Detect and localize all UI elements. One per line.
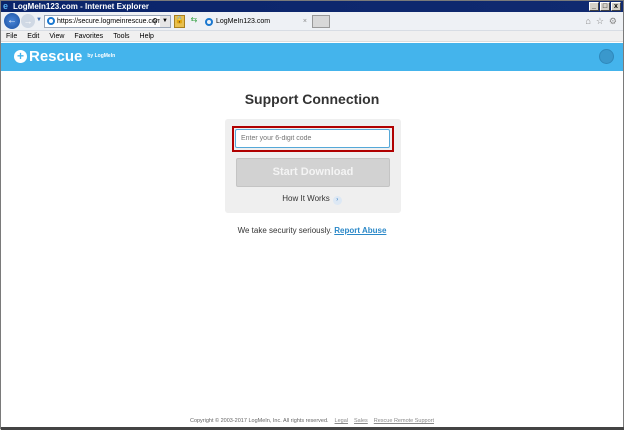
menu-help[interactable]: Help — [140, 31, 154, 41]
site-icon — [47, 17, 55, 25]
page-title: Support Connection — [244, 91, 380, 107]
browser-window: e LogMeIn123.com - Internet Explorer _ □ x… — [0, 0, 624, 430]
gear-icon[interactable]: ⚙ — [609, 16, 617, 27]
menu-edit[interactable]: Edit — [27, 31, 39, 41]
start-download-button[interactable]: Start Download — [236, 158, 390, 187]
security-text: We take security seriously. — [237, 226, 332, 235]
menu-tools[interactable]: Tools — [113, 31, 129, 41]
tab-logmein123[interactable]: LogMeIn123.com × — [203, 15, 310, 29]
new-tab-button[interactable] — [312, 15, 330, 28]
favorites-star-icon[interactable]: ☆ — [596, 16, 604, 27]
menu-view[interactable]: View — [49, 31, 64, 41]
minimize-button[interactable]: _ — [589, 2, 599, 11]
tab-title: LogMeIn123.com — [216, 18, 271, 25]
close-tab-icon[interactable]: × — [303, 15, 307, 29]
rescue-remote-support-link[interactable]: Rescue Remote Support — [374, 418, 434, 424]
url-text: https://secure.logmeinrescue.com/ — [57, 18, 164, 25]
search-icon[interactable]: ⚲ — [152, 16, 158, 27]
maximize-button[interactable]: □ — [600, 2, 610, 11]
address-bar[interactable]: https://secure.logmeinrescue.com/⚲ ▼ — [44, 15, 171, 28]
brand-name: Rescue — [29, 48, 83, 65]
globe-language-icon[interactable] — [599, 49, 614, 64]
tab-site-icon — [205, 18, 213, 26]
address-dropdown-icon[interactable]: ▼ — [160, 16, 170, 27]
back-button[interactable]: ← — [4, 13, 20, 29]
navigation-bar: ← → ▼ https://secure.logmeinrescue.com/⚲… — [1, 12, 623, 31]
menu-favorites[interactable]: Favorites — [74, 31, 103, 41]
security-note: We take security seriously. Report Abuse — [1, 226, 623, 235]
copyright: Copyright © 2003-2017 LogMeIn, Inc. All … — [189, 418, 329, 424]
refresh-icon[interactable]: ⇆ — [188, 15, 200, 28]
report-abuse-link[interactable]: Report Abuse — [334, 226, 386, 235]
history-dropdown-icon[interactable]: ▼ — [36, 17, 42, 23]
brand-by: by LogMeIn — [87, 53, 116, 59]
window-title: LogMeIn123.com - Internet Explorer — [13, 2, 150, 11]
menu-file[interactable]: File — [6, 31, 17, 41]
legal-link[interactable]: Legal — [335, 418, 348, 424]
plus-icon: + — [14, 50, 27, 63]
how-it-works-label: How It Works — [282, 194, 330, 203]
menu-bar: File Edit View Favorites Tools Help — [1, 31, 623, 42]
header-banner: + Rescue by LogMeIn — [1, 43, 623, 71]
code-input[interactable] — [235, 129, 390, 148]
home-icon[interactable]: ⌂ — [585, 16, 590, 27]
sales-link[interactable]: Sales — [354, 418, 368, 424]
title-bar: e LogMeIn123.com - Internet Explorer _ □ x — [1, 1, 623, 12]
chevron-right-icon: › — [332, 196, 342, 205]
lock-icon[interactable]: 🔒 — [174, 15, 185, 28]
forward-button[interactable]: → — [21, 14, 35, 28]
how-it-works-link[interactable]: How It Works › — [1, 194, 623, 205]
rescue-logo[interactable]: + Rescue by LogMeIn — [14, 48, 115, 65]
ie-logo-icon: e — [3, 1, 9, 11]
close-button[interactable]: x — [611, 2, 621, 11]
footer: Copyright © 2003-2017 LogMeIn, Inc. All … — [1, 418, 623, 424]
